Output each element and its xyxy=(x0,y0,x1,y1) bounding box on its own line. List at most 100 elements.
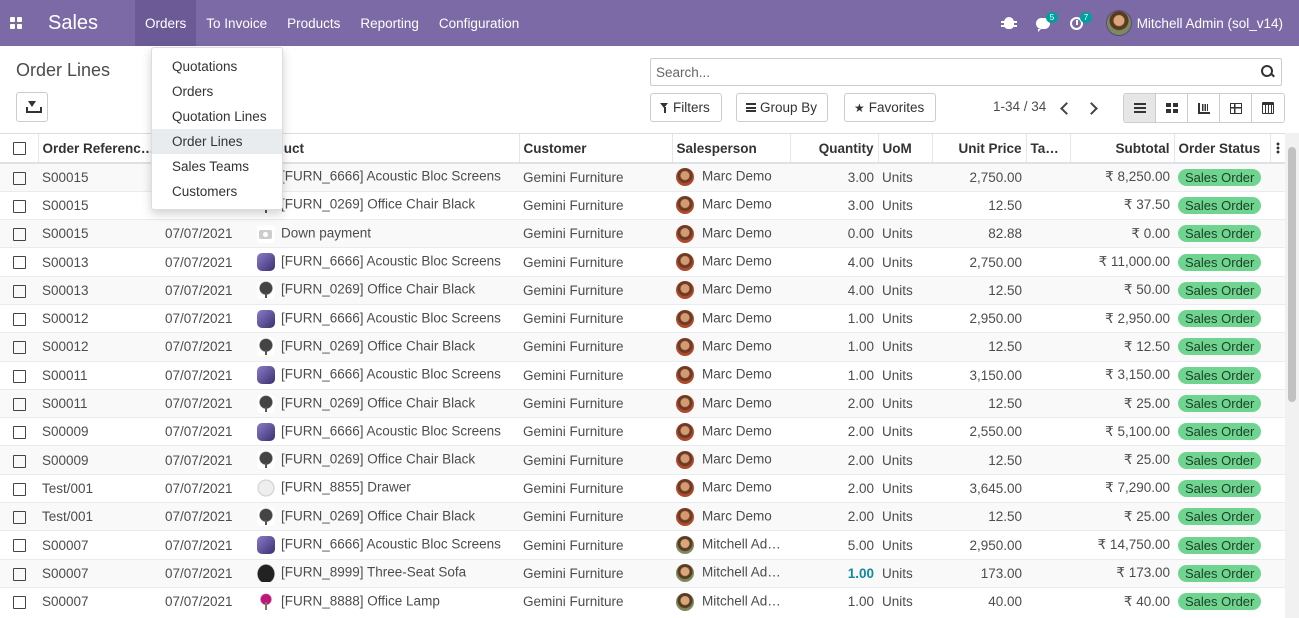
row-checkbox-cell[interactable] xyxy=(0,360,38,390)
status-badge: Sales Order xyxy=(1178,593,1262,611)
table-row[interactable]: S00007 07/07/2021 [FURN_8888] Office Lamp G… xyxy=(0,586,1285,616)
product-image-icon xyxy=(257,422,275,441)
pager-value[interactable]: 1-34 / 34 xyxy=(993,99,1046,114)
col-salesperson[interactable]: Salesperson xyxy=(672,134,791,164)
list-view-button[interactable] xyxy=(1124,94,1156,122)
row-checkbox[interactable] xyxy=(13,454,26,468)
row-checkbox[interactable] xyxy=(13,567,26,581)
app-title[interactable]: Sales xyxy=(48,12,98,35)
row-checkbox-cell[interactable] xyxy=(0,219,38,248)
activities-clock-icon[interactable]: 7 xyxy=(1060,0,1094,46)
optional-columns-toggle[interactable] xyxy=(1270,134,1286,164)
row-checkbox-cell[interactable] xyxy=(0,162,38,192)
table-row[interactable]: S00009 07/07/2021 [FURN_0269] Office Chair… xyxy=(0,445,1285,475)
table-row[interactable]: S00012 07/07/2021 [FURN_0269] Office Chair… xyxy=(0,332,1285,362)
table-row[interactable]: S00015 07/07/2021 Down payment Gemini Furni… xyxy=(0,219,1285,248)
user-menu[interactable]: Mitchell Admin (sol_v14) xyxy=(1105,10,1283,36)
row-checkbox[interactable] xyxy=(13,511,26,525)
row-checkbox[interactable] xyxy=(13,369,26,383)
row-checkbox-cell[interactable] xyxy=(0,332,38,362)
menu-reporting[interactable]: Reporting xyxy=(350,0,429,46)
menu-products[interactable]: Products xyxy=(277,0,350,46)
row-checkbox-cell[interactable] xyxy=(0,502,38,531)
dropdown-item-quotations[interactable]: Quotations xyxy=(152,54,282,79)
table-row[interactable]: S00013 07/07/2021 [FURN_6666] Acoustic Blo… xyxy=(0,247,1285,277)
menu-orders[interactable]: Orders xyxy=(135,0,197,46)
col-quantity[interactable]: Quantity xyxy=(790,134,879,164)
filters-button[interactable]: Filters xyxy=(650,93,722,122)
cell-quantity: 2.00 xyxy=(790,388,878,418)
cell-spacer xyxy=(1270,162,1285,192)
col-subtotal[interactable]: Subtotal xyxy=(1070,134,1175,164)
pager-previous-icon[interactable] xyxy=(1060,101,1069,115)
cell-taxes xyxy=(1026,190,1070,220)
product-image-icon xyxy=(257,479,275,498)
table-scrollbar[interactable] xyxy=(1285,133,1299,618)
messages-chat-icon[interactable]: 5 xyxy=(1026,0,1060,46)
dropdown-item-orders[interactable]: Orders xyxy=(152,79,282,104)
table-row[interactable]: S00011 07/07/2021 [FURN_0269] Office Chair… xyxy=(0,388,1285,418)
group-by-button[interactable]: Group By xyxy=(736,93,828,122)
row-checkbox[interactable] xyxy=(13,313,26,327)
row-checkbox[interactable] xyxy=(13,426,26,440)
select-all-checkbox[interactable] xyxy=(13,142,26,156)
pivot-view-button[interactable] xyxy=(1220,94,1252,122)
row-checkbox-cell[interactable] xyxy=(0,530,38,560)
row-checkbox-cell[interactable] xyxy=(0,190,38,220)
graph-view-button[interactable] xyxy=(1188,94,1220,122)
row-checkbox[interactable] xyxy=(13,256,26,270)
table-row[interactable]: S00013 07/07/2021 [FURN_0269] Office Chair… xyxy=(0,275,1285,305)
row-checkbox[interactable] xyxy=(13,228,26,242)
col-uom[interactable]: UoM xyxy=(878,134,933,164)
row-checkbox-cell[interactable] xyxy=(0,247,38,277)
select-all-checkbox-cell[interactable] xyxy=(0,134,39,164)
col-customer[interactable]: Customer xyxy=(519,134,673,164)
row-checkbox[interactable] xyxy=(13,199,26,213)
col-product[interactable]: duct xyxy=(253,134,520,164)
row-checkbox[interactable] xyxy=(13,284,26,298)
favorites-button[interactable]: ★ Favorites xyxy=(844,93,936,122)
col-order-reference[interactable]: Order Referenc… xyxy=(38,134,162,164)
dropdown-item-order-lines[interactable]: Order Lines xyxy=(152,129,282,154)
row-checkbox-cell[interactable] xyxy=(0,473,38,503)
dropdown-item-quotation-lines[interactable]: Quotation Lines xyxy=(152,104,282,129)
table-row[interactable]: S00007 07/07/2021 [FURN_8999] Three-Seat S… xyxy=(0,558,1285,588)
row-checkbox-cell[interactable] xyxy=(0,303,38,333)
row-checkbox[interactable] xyxy=(13,482,26,496)
menu-to-invoice[interactable]: To Invoice xyxy=(196,0,277,46)
table-row[interactable]: S00011 07/07/2021 [FURN_6666] Acoustic Blo… xyxy=(0,360,1285,390)
row-checkbox[interactable] xyxy=(13,539,26,553)
row-checkbox-cell[interactable] xyxy=(0,558,38,588)
pager-next-icon[interactable] xyxy=(1087,101,1096,115)
debug-bug-icon[interactable] xyxy=(992,0,1026,46)
row-checkbox-cell[interactable] xyxy=(0,275,38,305)
cell-subtotal: ₹ 2,950.00 xyxy=(1070,303,1174,333)
row-checkbox[interactable] xyxy=(13,341,26,355)
menu-configuration[interactable]: Configuration xyxy=(429,0,529,46)
export-download-button[interactable] xyxy=(16,92,48,122)
calendar-view-button[interactable] xyxy=(1252,94,1284,122)
col-taxes[interactable]: Tax… xyxy=(1026,134,1071,164)
row-checkbox-cell[interactable] xyxy=(0,586,38,616)
search-icon[interactable] xyxy=(1260,64,1276,80)
table-row[interactable]: S00007 07/07/2021 [FURN_6666] Acoustic Blo… xyxy=(0,530,1285,560)
row-checkbox-cell[interactable] xyxy=(0,388,38,418)
dropdown-item-customers[interactable]: Customers xyxy=(152,179,282,204)
apps-menu-icon[interactable] xyxy=(0,0,32,46)
col-unit-price[interactable]: Unit Price xyxy=(932,134,1027,164)
row-checkbox[interactable] xyxy=(13,596,26,610)
table-row[interactable]: S00012 07/07/2021 [FURN_6666] Acoustic Blo… xyxy=(0,303,1285,333)
scrollbar-thumb[interactable] xyxy=(1288,147,1296,402)
table-row[interactable]: Test/001 07/07/2021 [FURN_0269] Office Cha… xyxy=(0,502,1285,531)
salesperson-avatar xyxy=(676,536,694,554)
kanban-view-button[interactable] xyxy=(1156,94,1188,122)
row-checkbox-cell[interactable] xyxy=(0,445,38,475)
row-checkbox-cell[interactable] xyxy=(0,417,38,446)
row-checkbox[interactable] xyxy=(13,171,26,185)
dropdown-item-sales-teams[interactable]: Sales Teams xyxy=(152,154,282,179)
table-row[interactable]: Test/001 07/07/2021 [FURN_8855] Drawer Gemi… xyxy=(0,473,1285,503)
row-checkbox[interactable] xyxy=(13,397,26,411)
table-row[interactable]: S00009 07/07/2021 [FURN_6666] Acoustic Blo… xyxy=(0,417,1285,446)
col-order-status[interactable]: Order Status xyxy=(1174,134,1271,164)
search-input[interactable] xyxy=(656,64,1260,80)
